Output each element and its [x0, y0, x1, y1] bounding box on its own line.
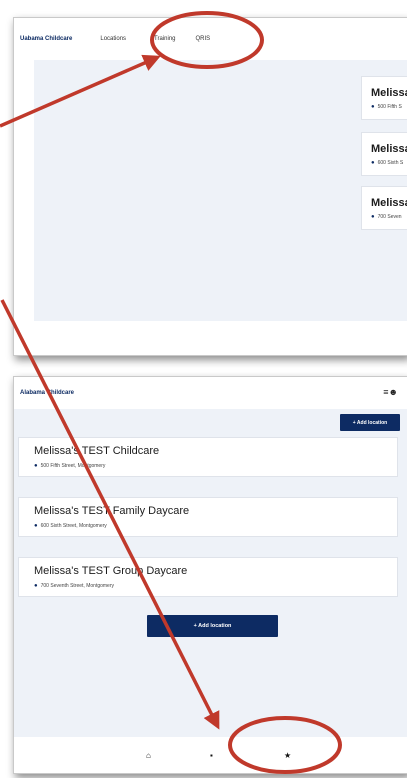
location-card[interactable]: Melissa's ●500 Fifth S: [361, 76, 407, 120]
location-address: ● 500 Fifth Street, Montgomery: [34, 463, 106, 469]
location-name: Melissa's TEST Family Daycare: [34, 505, 190, 517]
mobile-navbar: Alabama Childcare ≡☻: [14, 377, 407, 409]
add-location-main-button[interactable]: + Add location: [147, 615, 278, 637]
nav-locations[interactable]: Locations: [100, 36, 126, 42]
brand-logo[interactable]: Uabama Childcare: [20, 36, 72, 42]
map-pin-icon: ●: [371, 160, 375, 166]
map-pin-icon: ●: [371, 214, 375, 220]
location-address: ● 600 Sixth Street, Montgomery: [34, 523, 107, 529]
book-icon[interactable]: ▪: [210, 751, 213, 760]
location-name: Melissa's TEST Childcare: [34, 445, 160, 457]
bottom-tab-bar: ⌂ ▪ ★: [14, 737, 407, 773]
hamburger-user-icon[interactable]: ≡☻: [383, 387, 398, 397]
desktop-screenshot: Uabama Childcare Locations Training QRIS…: [13, 17, 407, 356]
location-name: Melissa's TEST Group Daycare: [34, 565, 188, 577]
location-address: ● 500 Fifth S: [371, 104, 402, 110]
location-address: ● 700 Seventh Street, Montgomery: [34, 583, 114, 589]
star-icon[interactable]: ★: [284, 751, 291, 760]
mobile-screenshot: Alabama Childcare ≡☻ + Add location Meli…: [13, 376, 407, 774]
map-pin-icon: ●: [34, 583, 38, 589]
location-card[interactable]: Melissa's ●700 Seven: [361, 186, 407, 230]
map-pin-icon: ●: [34, 523, 38, 529]
location-card[interactable]: Melissa's ●600 Sixth S: [361, 132, 407, 176]
location-address: ● 600 Sixth S: [371, 160, 404, 166]
location-name: Melissa's: [371, 87, 407, 99]
location-address: ● 700 Seven: [371, 214, 402, 220]
brand-logo[interactable]: Alabama Childcare: [20, 390, 74, 396]
map-pin-icon: ●: [34, 463, 38, 469]
nav-training[interactable]: Training: [154, 36, 175, 42]
location-name: Melissa's: [371, 143, 407, 155]
locations-panel: [34, 60, 407, 321]
top-navbar: Uabama Childcare Locations Training QRIS: [14, 18, 407, 60]
location-card[interactable]: Melissa's TEST Family Daycare ● 600 Sixth…: [18, 497, 398, 537]
home-icon[interactable]: ⌂: [146, 751, 151, 760]
location-name: Melissa's: [371, 197, 407, 209]
add-location-button[interactable]: + Add location: [340, 414, 400, 431]
nav-qris[interactable]: QRIS: [196, 36, 211, 42]
location-card[interactable]: Melissa's TEST Childcare ● 500 Fifth Stre…: [18, 437, 398, 477]
location-card[interactable]: Melissa's TEST Group Daycare ● 700 Sevent…: [18, 557, 398, 597]
locations-panel: + Add location Melissa's TEST Childcare …: [14, 409, 407, 737]
map-pin-icon: ●: [371, 104, 375, 110]
